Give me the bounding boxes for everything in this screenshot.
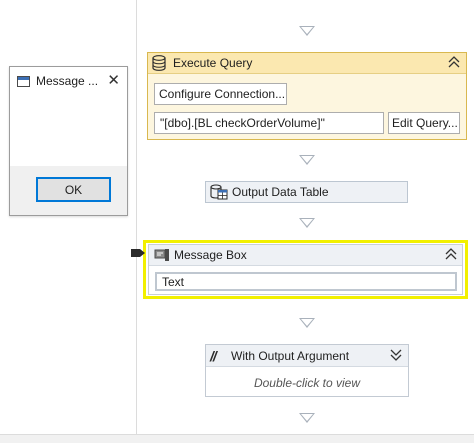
activity-title: Output Data Table (232, 185, 329, 199)
text-field[interactable]: Text (155, 272, 457, 291)
message-box-activity[interactable]: Message Box Text (148, 244, 463, 295)
flow-arrow-icon (299, 26, 315, 36)
collapse-icon[interactable] (448, 55, 460, 69)
with-output-argument-header[interactable]: // With Output Argument (206, 345, 408, 367)
execute-query-activity[interactable]: Execute Query Configure Connection... "[… (147, 52, 467, 140)
edit-query-button[interactable]: Edit Query... (388, 112, 460, 134)
dialog-title: Message ... (36, 74, 99, 88)
flow-arrow-icon (299, 155, 315, 165)
data-table-icon (210, 184, 228, 200)
message-box-header[interactable]: Message Box (149, 245, 462, 266)
code-slash-icon: // (210, 348, 217, 364)
flow-arrow-icon (299, 318, 315, 328)
message-dialog: Message ... ✕ OK (9, 66, 128, 216)
expand-icon[interactable] (390, 348, 402, 362)
execute-query-header[interactable]: Execute Query (148, 53, 466, 74)
database-icon (152, 55, 166, 71)
message-box-icon (154, 249, 169, 261)
double-click-hint: Double-click to view (253, 376, 361, 390)
breakpoint-marker-icon[interactable] (131, 248, 147, 258)
collapse-icon[interactable] (445, 247, 457, 261)
output-data-table-activity[interactable]: Output Data Table (205, 181, 408, 203)
activity-title: Execute Query (173, 56, 253, 70)
ok-button[interactable]: OK (36, 177, 111, 202)
close-icon[interactable]: ✕ (107, 71, 120, 89)
bottom-scroll-edge[interactable] (0, 434, 474, 443)
configure-connection-button[interactable]: Configure Connection... (154, 83, 287, 105)
flow-arrow-icon (299, 413, 315, 423)
with-output-argument-activity[interactable]: // With Output Argument Double-click to … (205, 344, 409, 397)
activity-title: With Output Argument (231, 349, 350, 363)
app-window-icon (17, 76, 30, 87)
query-field[interactable]: "[dbo].[BL checkOrderVolume]" (154, 112, 384, 134)
activity-title: Message Box (174, 248, 247, 262)
flow-arrow-icon (299, 218, 315, 228)
